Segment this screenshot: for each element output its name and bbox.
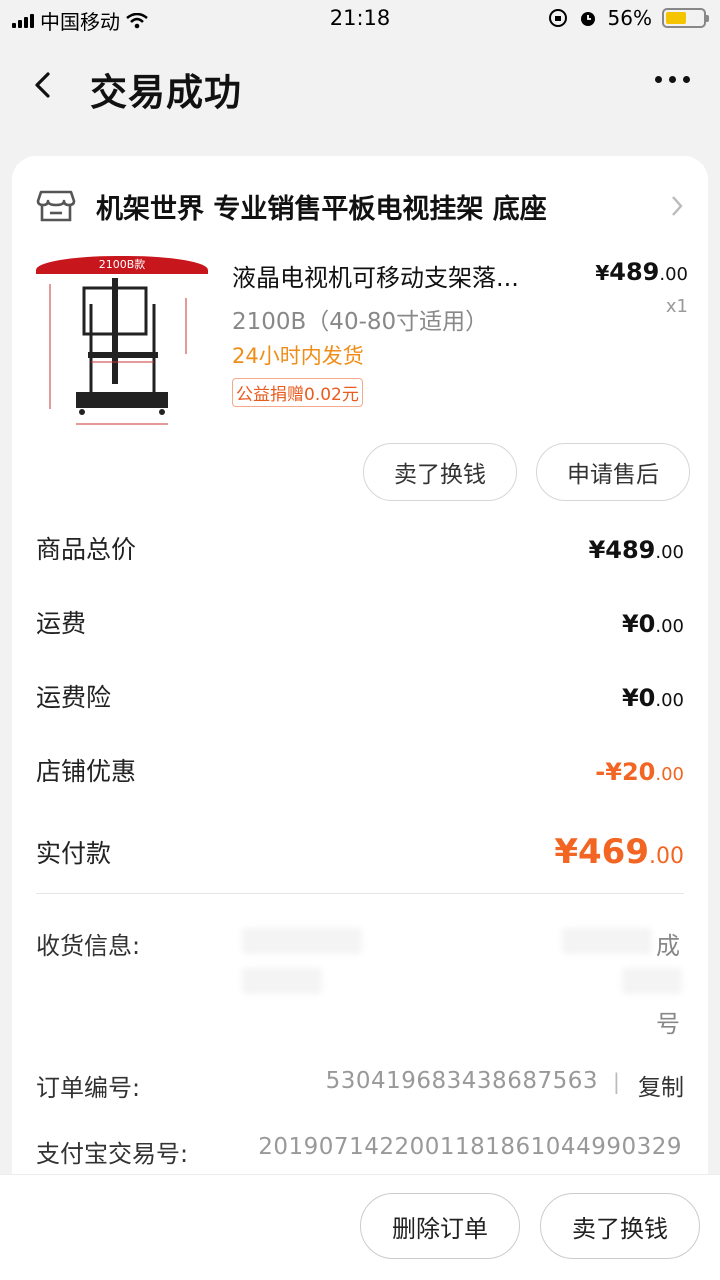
page-title: 交易成功 xyxy=(90,71,242,114)
order-number-value: 530419683438687563 xyxy=(325,1068,598,1094)
product-title[interactable]: 液晶电视机可移动支架落... xyxy=(232,258,519,293)
battery-percent: 56% xyxy=(607,6,652,30)
donation-badge: 公益捐赠0.02元 xyxy=(232,378,363,407)
shipping-fee-value: ¥0.00 xyxy=(621,610,684,638)
product-spec: 2100B（40-80寸适用） xyxy=(232,309,489,335)
bottom-action-bar: 删除订单 卖了换钱 xyxy=(0,1174,720,1280)
product-price: ¥489.00 xyxy=(595,258,688,286)
redacted-address-line-1 xyxy=(562,928,652,954)
order-number-label: 订单编号: xyxy=(36,1074,141,1102)
goods-total-label: 商品总价 xyxy=(36,535,137,564)
order-card: 机架世界 专业销售平板电视挂架 底座 2100B款 液晶电视机可移动支架落...… xyxy=(12,156,708,1196)
more-options-icon[interactable] xyxy=(655,76,690,83)
product-image-banner: 2100B款 xyxy=(36,256,208,274)
status-bar: 中国移动 21:18 56% xyxy=(0,0,720,40)
address-line-3: 号 xyxy=(656,1010,680,1038)
product-image[interactable]: 2100B款 xyxy=(36,256,208,432)
navigation-bar: 交易成功 xyxy=(0,50,720,120)
alipay-transaction-label: 支付宝交易号: xyxy=(36,1140,189,1168)
battery-icon xyxy=(662,8,709,28)
copy-order-number-button[interactable]: 复制 xyxy=(638,1068,684,1102)
delete-order-button[interactable]: 删除订单 xyxy=(360,1193,520,1259)
amount-paid-value: ¥469.00 xyxy=(554,832,684,872)
redacted-phone xyxy=(242,968,322,994)
amount-paid-label: 实付款 xyxy=(36,839,112,868)
goods-total-value: ¥489.00 xyxy=(588,536,684,564)
address-line-1: 成 xyxy=(656,932,680,960)
store-discount-label: 店铺优惠 xyxy=(36,757,137,786)
chevron-right-icon xyxy=(672,196,683,216)
tv-stand-illustration xyxy=(49,278,187,425)
after-sale-button[interactable]: 申请售后 xyxy=(536,443,690,501)
rotation-lock-icon xyxy=(548,9,567,27)
divider xyxy=(36,893,684,894)
redacted-address-line-2 xyxy=(622,968,682,994)
store-discount-value: -¥20.00 xyxy=(595,758,684,786)
alarm-icon xyxy=(580,12,595,26)
back-arrow-icon[interactable] xyxy=(28,68,58,102)
bottom-resell-button[interactable]: 卖了换钱 xyxy=(540,1193,700,1259)
shipping-info-label: 收货信息: xyxy=(36,932,141,960)
copy-separator: | xyxy=(612,1070,620,1094)
shipping-insurance-label: 运费险 xyxy=(36,683,112,712)
redacted-name xyxy=(242,928,362,954)
store-icon xyxy=(36,190,76,222)
product-quantity: x1 xyxy=(665,296,688,317)
shop-name: 机架世界 专业销售平板电视挂架 底座 xyxy=(96,193,547,225)
shop-header[interactable]: 机架世界 专业销售平板电视挂架 底座 xyxy=(36,184,686,228)
shipping-fee-label: 运费 xyxy=(36,609,87,638)
alipay-transaction-value: 2019071422001181861044990329 xyxy=(258,1134,682,1160)
resell-button[interactable]: 卖了换钱 xyxy=(363,443,517,501)
shipping-insurance-value: ¥0.00 xyxy=(621,684,684,712)
shipping-promise: 24小时内发货 xyxy=(232,344,364,368)
